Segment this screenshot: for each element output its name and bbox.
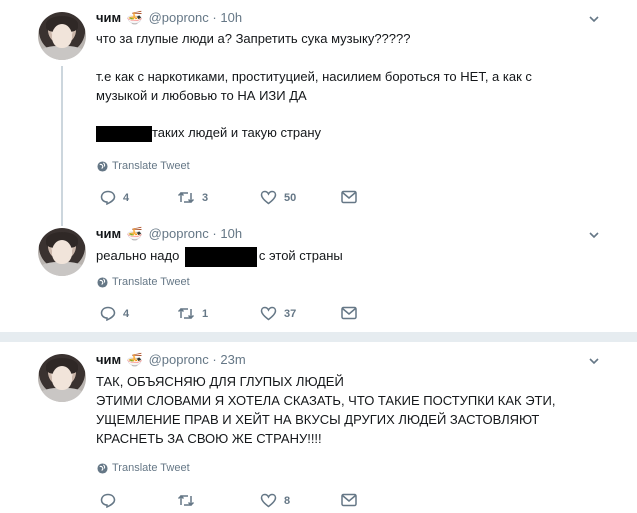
timestamp[interactable]: 10h (220, 10, 242, 25)
redaction-box (96, 125, 152, 142)
name-emoji: 🍜 (126, 10, 143, 25)
tweet-3[interactable]: чим 🍜 @popronc · 23m ТАК, ОБЪЯСНЯЮ ДЛЯ Г… (0, 342, 637, 513)
tweet-text: реально надо с этой страны (96, 246, 596, 267)
name-emoji: 🍜 (126, 226, 143, 241)
like-button[interactable]: 50 (260, 190, 296, 205)
name-emoji: 🍜 (126, 352, 143, 367)
tweet-line: ТАК, ОБЪЯСНЯЮ ДЛЯ ГЛУПЫХ ЛЮДЕЙ (96, 374, 344, 389)
tweet-line: ЭТИМИ СЛОВАМИ Я ХОТЕЛА СКАЗАТЬ, ЧТО ТАКИ… (96, 393, 556, 408)
user-handle[interactable]: @popronc (149, 352, 209, 367)
tweet-line: музыкой и любовью то НА ИЗИ ДА (96, 88, 307, 103)
retweet-icon (177, 494, 195, 507)
tweet-header: чим 🍜 @popronc · 23m (96, 352, 246, 368)
tweet-line: с этой страны (258, 248, 343, 263)
separator-dot: · (212, 352, 217, 367)
retweet-count: 1 (202, 307, 209, 320)
tweet-2[interactable]: чим 🍜 @popronc · 10h реально надо с этой… (0, 224, 637, 330)
timestamp[interactable]: 10h (220, 226, 242, 241)
tweet-line: УЩЕМЛЕНИЕ ПРАВ И ХЕЙТ НА ВКУСЫ ДРУГИХ ЛЮ… (96, 412, 540, 427)
display-name[interactable]: чим (96, 352, 121, 367)
retweet-button[interactable]: 1 (177, 306, 208, 321)
tweet-text: что за глупые люди а? Запретить сука муз… (96, 29, 596, 142)
retweet-button[interactable] (177, 493, 202, 508)
conversation-separator (0, 332, 637, 342)
timestamp[interactable]: 23m (220, 352, 245, 367)
avatar[interactable] (38, 354, 86, 402)
message-button[interactable] (341, 190, 357, 204)
chevron-down-icon[interactable] (589, 232, 599, 242)
globe-icon (97, 276, 108, 288)
avatar[interactable] (38, 12, 86, 60)
retweet-icon (177, 191, 195, 204)
chevron-down-icon[interactable] (589, 358, 599, 368)
like-count: 50 (284, 191, 297, 204)
tweet-line: таких людей и такую страну (152, 125, 322, 140)
separator-dot: · (212, 226, 217, 241)
tweet-line: что за глупые люди а? Запретить сука муз… (96, 31, 411, 46)
user-handle[interactable]: @popronc (149, 226, 209, 241)
redaction-box (184, 246, 257, 267)
retweet-count: 3 (202, 191, 209, 204)
retweet-button[interactable]: 3 (177, 190, 208, 205)
retweet-icon (177, 307, 195, 320)
message-button[interactable] (341, 493, 357, 507)
reply-button[interactable]: 4 (100, 306, 129, 321)
like-count: 37 (284, 307, 297, 320)
display-name[interactable]: чим (96, 10, 121, 25)
message-icon (341, 493, 357, 507)
like-icon (260, 190, 277, 205)
chevron-down-icon[interactable] (589, 16, 599, 26)
like-button[interactable]: 8 (260, 493, 290, 508)
display-name[interactable]: чим (96, 226, 121, 241)
tweet-line: т.е как с наркотиками, проституцией, нас… (96, 69, 532, 84)
translate-label: Translate Tweet (112, 160, 190, 172)
reply-button[interactable] (100, 493, 123, 508)
reply-button[interactable]: 4 (100, 190, 129, 205)
tweet-line: КРАСНЕТЬ ЗА СВОЮ ЖЕ СТРАНУ!!!! (96, 431, 322, 446)
tweet-1[interactable]: чим 🍜 @popronc · 10h что за глупые люди … (0, 0, 637, 224)
reply-icon (100, 190, 116, 205)
tweet-text: ТАК, ОБЪЯСНЯЮ ДЛЯ ГЛУПЫХ ЛЮДЕЙ ЭТИМИ СЛО… (96, 372, 596, 448)
message-icon (341, 306, 357, 320)
reply-icon (100, 306, 116, 321)
globe-icon (97, 462, 108, 474)
user-handle[interactable]: @popronc (149, 10, 209, 25)
tweet-line: реально надо (96, 248, 180, 263)
like-button[interactable]: 37 (260, 306, 296, 321)
translate-tweet-link[interactable]: Translate Tweet (97, 462, 190, 474)
tweet-header: чим 🍜 @popronc · 10h (96, 226, 242, 242)
like-icon (260, 493, 277, 508)
translate-label: Translate Tweet (112, 462, 190, 474)
like-count: 8 (284, 494, 291, 507)
avatar[interactable] (38, 228, 86, 276)
message-button[interactable] (341, 306, 357, 320)
translate-label: Translate Tweet (112, 276, 190, 288)
translate-tweet-link[interactable]: Translate Tweet (97, 160, 190, 172)
tweet-header: чим 🍜 @popronc · 10h (96, 10, 242, 26)
reply-icon (100, 493, 116, 508)
like-icon (260, 306, 277, 321)
separator-dot: · (212, 10, 217, 25)
reply-count: 4 (123, 191, 130, 204)
translate-tweet-link[interactable]: Translate Tweet (97, 276, 190, 288)
message-icon (341, 190, 357, 204)
reply-count: 4 (123, 307, 130, 320)
globe-icon (97, 160, 108, 172)
